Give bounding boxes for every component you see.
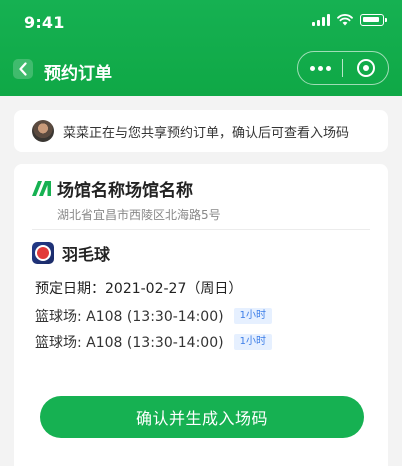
signal-icon [312,14,330,26]
court-slot: 篮球场: A108 (13:30-14:00) [35,335,224,351]
miniprogram-capsule [297,51,389,85]
header: 9:41 预约订单 [0,0,402,96]
status-bar: 9:41 [0,0,402,44]
booking-card: 场馆名称场馆名称 湖北省宜昌市西陵区北海路5号 羽毛球 预定日期：2021-02… [14,164,388,466]
more-button[interactable] [298,52,342,84]
chevron-left-icon [19,62,27,76]
duration-badge: 1小时 [233,334,272,350]
confirm-button[interactable]: 确认并生成入场码 [40,396,364,438]
close-miniprogram-button[interactable] [343,52,388,84]
sport-name: 羽毛球 [62,245,111,264]
venue-name: 场馆名称场馆名称 [57,181,193,201]
avatar [32,120,54,142]
nav-bar: 预约订单 [0,50,402,90]
divider [32,229,370,230]
badminton-icon [32,242,54,264]
status-icons [312,14,387,26]
wifi-icon [337,14,353,26]
target-icon [356,59,375,77]
court-slot: 篮球场: A108 (13:30-14:00) [35,309,224,325]
back-button[interactable] [13,59,33,79]
more-dot-icon [309,65,315,71]
venue-icon [32,181,51,196]
sport-info: 羽毛球 [32,241,110,265]
court-row: 篮球场: A108 (13:30-14:00) 1小时 [35,306,272,326]
more-dot-icon [325,65,331,71]
share-message: 菜菜正在与您共享预约订单，确认后可查看入场码 [63,125,350,141]
booking-date: 预定日期：2021-02-27（周日） [35,281,243,297]
status-time: 9:41 [24,13,65,32]
duration-badge: 1小时 [233,308,272,324]
battery-icon [360,14,387,26]
page-title: 预约订单 [44,64,112,84]
court-row: 篮球场: A108 (13:30-14:00) 1小时 [35,332,272,352]
more-dot-icon [317,65,323,71]
share-notice: 菜菜正在与您共享预约订单，确认后可查看入场码 [14,110,388,152]
venue-address: 湖北省宜昌市西陵区北海路5号 [57,208,221,222]
venue-info: 场馆名称场馆名称 湖北省宜昌市西陵区北海路5号 [32,176,221,223]
